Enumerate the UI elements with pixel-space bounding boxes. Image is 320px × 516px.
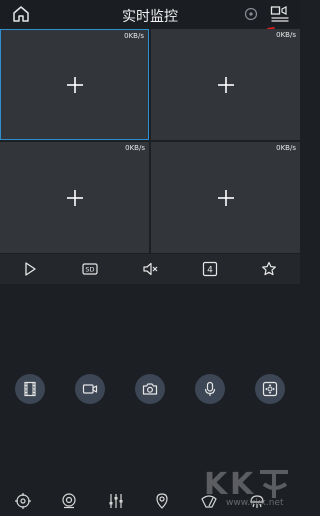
adjust-sliders-icon[interactable]: [107, 492, 125, 510]
microphone-icon: [204, 381, 216, 396]
add-channel-icon[interactable]: [217, 189, 235, 207]
video-tile-3[interactable]: 0KB/s: [0, 142, 149, 253]
quality-label: SD: [85, 266, 94, 274]
target-icon[interactable]: [14, 492, 32, 510]
playback-control-bar: SD 4: [0, 254, 300, 284]
stream-quality-button[interactable]: SD: [82, 261, 98, 277]
video-tile-4[interactable]: 0KB/s: [151, 142, 300, 253]
play-icon[interactable]: [22, 261, 38, 277]
snapshot-button[interactable]: [135, 374, 165, 404]
favorite-star-icon[interactable]: [261, 261, 277, 277]
split-count-label: 4: [207, 266, 213, 276]
svg-text:K: K: [230, 467, 255, 502]
tile-rate: 0KB/s: [125, 144, 145, 152]
sync-icon[interactable]: [244, 7, 258, 21]
add-channel-icon[interactable]: [217, 76, 235, 94]
ptz-direction-icon: [262, 381, 278, 397]
split-count-button[interactable]: 4: [202, 261, 218, 277]
video-tile-2[interactable]: 0KB/s: [151, 29, 300, 140]
record-button[interactable]: [75, 374, 105, 404]
video-grid: 0KB/s 0KB/s 0KB/s 0KB/s: [0, 29, 300, 253]
film-icon: [24, 381, 36, 397]
location-icon[interactable]: [153, 492, 171, 510]
zoom-icon[interactable]: [60, 492, 78, 510]
svg-text:K: K: [204, 467, 229, 502]
tile-rate: 0KB/s: [276, 31, 296, 39]
talk-button[interactable]: [195, 374, 225, 404]
camera-icon: [142, 383, 158, 395]
tile-rate: 0KB/s: [124, 32, 144, 40]
add-channel-icon[interactable]: [66, 76, 84, 94]
mute-icon[interactable]: [142, 261, 158, 277]
tile-rate: 0KB/s: [276, 144, 296, 152]
video-tile-1[interactable]: 0KB/s: [0, 29, 149, 140]
add-channel-icon[interactable]: [66, 189, 84, 207]
split-screen-icon[interactable]: [270, 5, 290, 23]
video-camera-icon: [82, 384, 98, 394]
watermark-text: www.kkx.net: [226, 498, 284, 508]
playback-button[interactable]: [15, 374, 45, 404]
ptz-button[interactable]: [255, 374, 285, 404]
